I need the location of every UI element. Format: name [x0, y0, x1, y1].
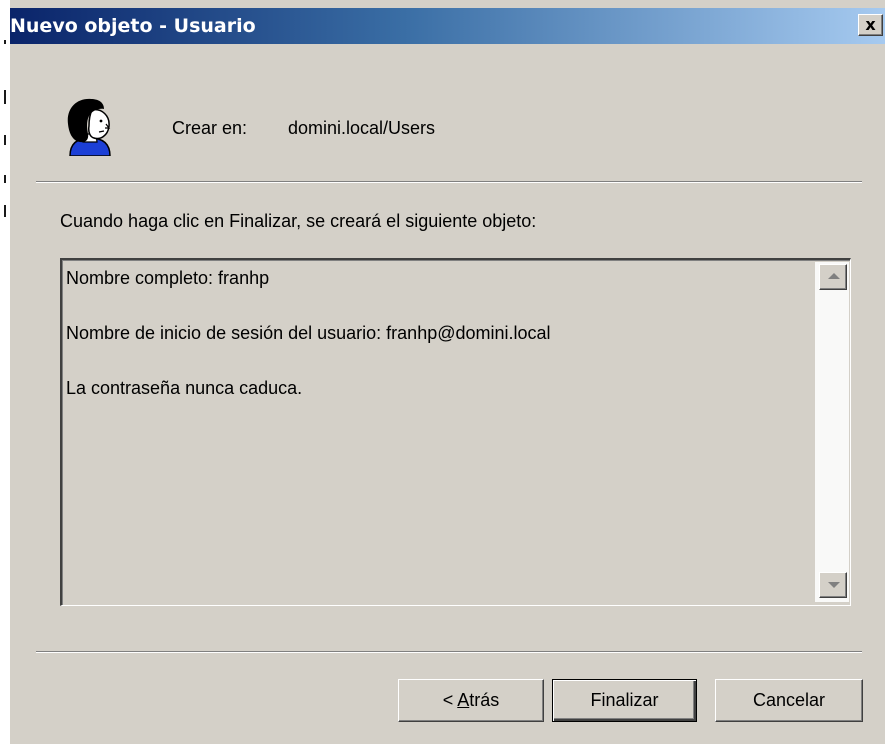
create-in-path: domini.local/Users	[288, 118, 436, 138]
finish-button-label: Finalizar	[590, 690, 659, 710]
create-in-label: Crear en:	[172, 118, 248, 138]
instruction-text: Cuando haga clic en Finalizar, se creará…	[60, 211, 537, 231]
new-user-dialog: Nuevo objeto - Usuario x Crear en: domin…	[0, 0, 885, 744]
up-arrow-icon	[828, 273, 840, 279]
vertical-scrollbar[interactable]	[815, 262, 849, 602]
finish-button[interactable]: Finalizar	[552, 679, 697, 722]
summary-textbox[interactable]: Nombre completo: franhp Nombre de inicio…	[60, 258, 851, 606]
back-button-label: trás	[469, 690, 500, 710]
scroll-down-button[interactable]	[819, 572, 847, 598]
title-bar[interactable]: Nuevo objeto - Usuario x	[10, 8, 885, 44]
background-window-edge	[0, 0, 10, 744]
window-title: Nuevo objeto - Usuario	[10, 15, 256, 37]
summary-line-password: La contraseña nunca caduca.	[66, 378, 303, 398]
down-arrow-icon	[828, 582, 840, 588]
separator-top	[36, 181, 862, 183]
separator-bottom	[36, 651, 862, 653]
close-icon: x	[865, 15, 876, 34]
back-button-mnemonic: A	[457, 690, 470, 710]
cancel-button[interactable]: Cancelar	[715, 679, 863, 722]
cancel-button-label: Cancelar	[752, 690, 826, 710]
back-button[interactable]: < Atrás	[398, 679, 544, 722]
summary-line-full-name: Nombre completo: franhp	[66, 268, 270, 288]
user-icon	[67, 98, 111, 156]
close-button[interactable]: x	[858, 14, 883, 36]
scroll-up-button[interactable]	[819, 264, 847, 290]
back-button-prefix: <	[442, 690, 458, 710]
summary-line-logon-name: Nombre de inicio de sesión del usuario: …	[66, 323, 551, 343]
